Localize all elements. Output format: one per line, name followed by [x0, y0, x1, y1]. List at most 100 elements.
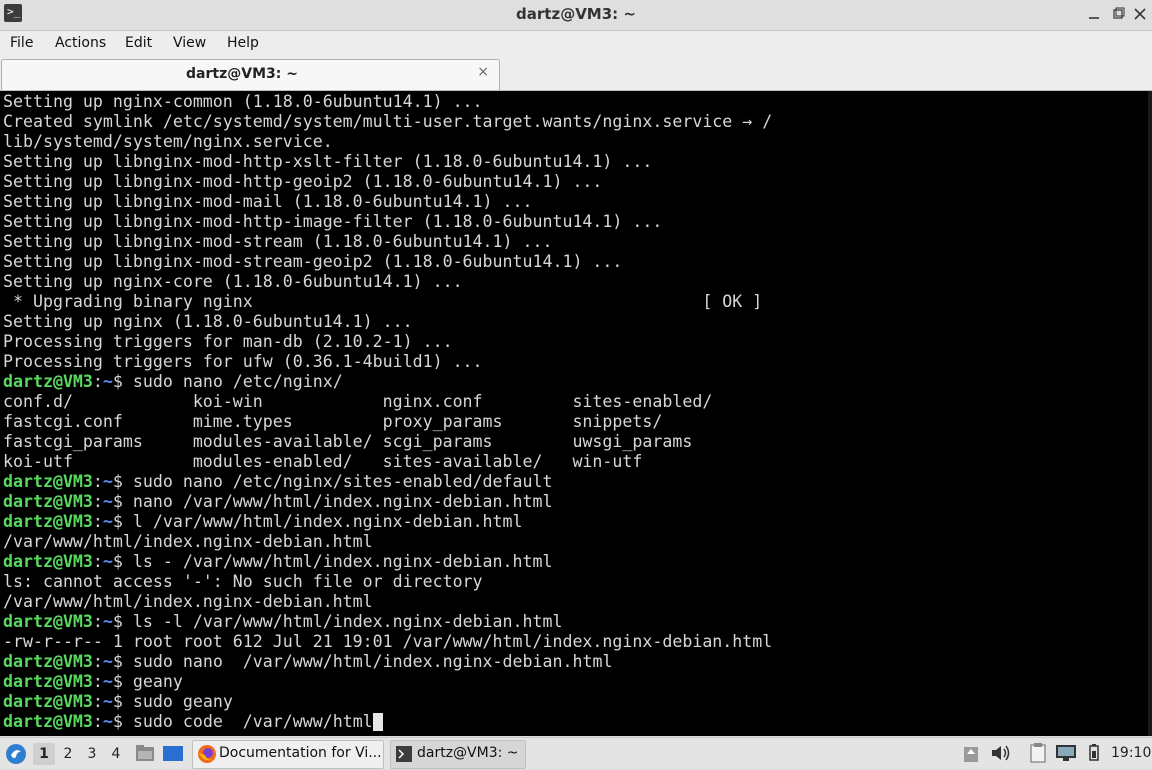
prompt-user: dartz@VM3 [3, 512, 93, 531]
command-text: $ sudo nano /etc/nginx/sites-enabled/def… [112, 472, 553, 491]
power-manager-icon[interactable] [1084, 743, 1104, 763]
prompt-colon: : [92, 512, 103, 531]
terminal-line: Processing triggers for ufw (0.36.1-4bui… [3, 352, 483, 371]
prompt-path: ~ [102, 512, 113, 531]
network-icon[interactable] [1055, 743, 1077, 763]
prompt-colon: : [92, 672, 103, 691]
workspace-1[interactable]: 1 [33, 743, 55, 765]
file-manager-icon[interactable] [135, 743, 155, 763]
tab-title: dartz@VM3: ~ [186, 66, 298, 82]
prompt-colon: : [92, 492, 103, 511]
command-text: $ geany [112, 672, 183, 691]
terminal-line: Setting up libnginx-mod-stream (1.18.0-6… [3, 232, 553, 251]
tab-terminal[interactable]: dartz@VM3: ~ × [1, 59, 500, 90]
menu-view[interactable]: View [173, 35, 206, 51]
terminal-line: koi-utf modules-enabled/ sites-available… [3, 452, 643, 471]
prompt-user: dartz@VM3 [3, 472, 93, 491]
terminal-line: Setting up libnginx-mod-http-xslt-filter… [3, 152, 653, 171]
command-text: $ l /var/www/html/index.nginx-debian.htm… [112, 512, 523, 531]
terminal-line: dartz@VM3:~$ sudo code /var/www/html [3, 712, 383, 732]
terminal-line: -rw-r--r-- 1 root root 612 Jul 21 19:01 … [3, 632, 773, 651]
show-desktop-icon[interactable] [162, 743, 184, 763]
terminal-line: fastcgi_params modules-available/ scgi_p… [3, 432, 693, 451]
prompt-user: dartz@VM3 [3, 372, 93, 391]
command-text: $ sudo code /var/www/html [112, 712, 373, 731]
menu-help[interactable]: Help [227, 35, 259, 51]
prompt-colon: : [92, 712, 103, 731]
prompt-path: ~ [102, 552, 113, 571]
command-text: $ nano /var/www/html/index.nginx-debian.… [112, 492, 553, 511]
command-text: $ ls - /var/www/html/index.nginx-debian.… [112, 552, 553, 571]
prompt-path: ~ [102, 692, 113, 711]
prompt-path: ~ [102, 612, 113, 631]
workspace-2[interactable]: 2 [57, 743, 79, 765]
window-title: dartz@VM3: ~ [516, 5, 636, 23]
tab-close-icon[interactable]: × [477, 64, 489, 80]
terminal-line: dartz@VM3:~$ l /var/www/html/index.nginx… [3, 512, 523, 532]
command-text: $ sudo nano /etc/nginx/ [112, 372, 343, 391]
prompt-path: ~ [102, 652, 113, 671]
workspace-3[interactable]: 3 [81, 743, 103, 765]
start-menu-icon[interactable] [4, 742, 28, 766]
tab-bar: dartz@VM3: ~ × [0, 57, 1152, 91]
terminal-line: dartz@VM3:~$ geany [3, 672, 183, 692]
terminal-output[interactable]: Setting up nginx-common (1.18.0-6ubuntu1… [0, 91, 1148, 736]
terminal-line: dartz@VM3:~$ sudo geany [3, 692, 233, 712]
task-terminal[interactable]: dartz@VM3: ~ [390, 740, 526, 769]
minimize-icon[interactable] [1084, 4, 1104, 24]
terminal-line: dartz@VM3:~$ sudo nano /etc/nginx/ [3, 372, 343, 392]
terminal-line: /var/www/html/index.nginx-debian.html [3, 592, 373, 611]
terminal-line: fastcgi.conf mime.types proxy_params sni… [3, 412, 663, 431]
command-text: $ sudo geany [112, 692, 233, 711]
command-text: $ ls -l /var/www/html/index.nginx-debian… [112, 612, 563, 631]
prompt-path: ~ [102, 492, 113, 511]
maximize-icon[interactable] [1108, 4, 1128, 24]
prompt-user: dartz@VM3 [3, 672, 93, 691]
terminal-line: Setting up nginx-core (1.18.0-6ubuntu14.… [3, 272, 463, 291]
window-titlebar: >_ dartz@VM3: ~ [0, 0, 1152, 31]
prompt-path: ~ [102, 372, 113, 391]
prompt-colon: : [92, 612, 103, 631]
terminal-icon [396, 746, 412, 762]
prompt-user: dartz@VM3 [3, 652, 93, 671]
close-icon[interactable] [1130, 4, 1150, 24]
task-firefox-label: Documentation for Vi... [219, 745, 382, 761]
menu-actions[interactable]: Actions [55, 35, 106, 51]
prompt-colon: : [92, 692, 103, 711]
prompt-colon: : [92, 552, 103, 571]
prompt-path: ~ [102, 712, 113, 731]
firefox-icon [197, 744, 217, 764]
menu-file[interactable]: File [10, 35, 33, 51]
terminal-line: /var/www/html/index.nginx-debian.html [3, 532, 373, 551]
terminal-line: lib/systemd/system/nginx.service. [3, 132, 333, 151]
terminal-line: Created symlink /etc/systemd/system/mult… [3, 112, 773, 131]
prompt-user: dartz@VM3 [3, 492, 93, 511]
terminal-line: dartz@VM3:~$ sudo nano /var/www/html/ind… [3, 652, 612, 672]
terminal-line: Setting up libnginx-mod-stream-geoip2 (1… [3, 252, 623, 271]
workspace-4[interactable]: 4 [105, 743, 127, 765]
prompt-user: dartz@VM3 [3, 612, 93, 631]
taskbar: 1 2 3 4 Documentation for Vi... dartz@VM… [0, 737, 1152, 769]
clock[interactable]: 19:10 [1111, 738, 1151, 769]
clipboard-icon[interactable] [1028, 742, 1048, 764]
prompt-path: ~ [102, 672, 113, 691]
terminal-scrollbar[interactable] [1148, 91, 1152, 736]
menu-edit[interactable]: Edit [125, 35, 152, 51]
terminal-line: Setting up nginx (1.18.0-6ubuntu14.1) ..… [3, 312, 413, 331]
terminal-line: conf.d/ koi-win nginx.conf sites-enabled… [3, 392, 713, 411]
prompt-user: dartz@VM3 [3, 552, 93, 571]
task-terminal-label: dartz@VM3: ~ [417, 745, 519, 761]
terminal-line: Setting up libnginx-mod-http-geoip2 (1.1… [3, 172, 603, 191]
terminal-line: Processing triggers for man-db (2.10.2-1… [3, 332, 453, 351]
menu-bar: File Actions Edit View Help [0, 31, 1152, 57]
text-cursor [372, 713, 383, 731]
terminal-line: Setting up libnginx-mod-http-image-filte… [3, 212, 663, 231]
terminal-line: ls: cannot access '-': No such file or d… [3, 572, 483, 591]
task-firefox[interactable]: Documentation for Vi... [192, 740, 384, 769]
command-text: $ sudo nano /var/www/html/index.nginx-de… [112, 652, 613, 671]
update-notifier-icon[interactable] [963, 744, 979, 764]
terminal-line: dartz@VM3:~$ ls - /var/www/html/index.ng… [3, 552, 553, 572]
terminal-line: dartz@VM3:~$ ls -l /var/www/html/index.n… [3, 612, 563, 632]
prompt-user: dartz@VM3 [3, 692, 93, 711]
volume-icon[interactable] [990, 743, 1012, 763]
